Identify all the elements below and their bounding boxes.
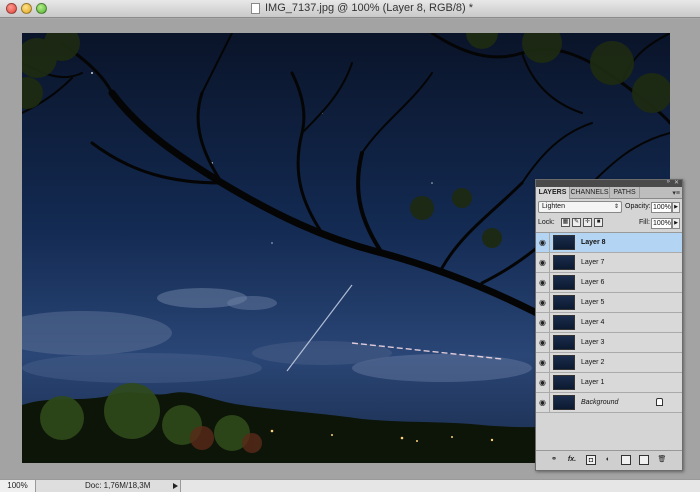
- layer-name: Layer 2: [581, 359, 605, 366]
- layer-thumbnail: [553, 315, 575, 330]
- horizontal-scrollbar[interactable]: [180, 480, 700, 492]
- collapse-panel-icon[interactable]: »: [667, 179, 670, 185]
- status-bar: 100% Doc: 1,76M/18,3M: [0, 479, 700, 492]
- layers-panel-footer: ⚭ fx. ◘ ◐ 🗑: [536, 450, 682, 470]
- status-menu-arrow-icon[interactable]: [173, 483, 178, 489]
- padlock-icon: [656, 398, 663, 406]
- visibility-eye-icon[interactable]: ◉: [536, 393, 550, 412]
- layer-name: Layer 5: [581, 299, 605, 306]
- visibility-eye-icon[interactable]: ◉: [536, 293, 550, 312]
- layer-name: Layer 7: [581, 259, 605, 266]
- layer-thumbnail: [553, 395, 575, 410]
- visibility-eye-icon[interactable]: ◉: [536, 353, 550, 372]
- opacity-dropdown-icon[interactable]: ▶: [672, 202, 680, 213]
- visibility-eye-icon[interactable]: ◉: [536, 253, 550, 272]
- layer-name: Background: [581, 399, 619, 406]
- visibility-eye-icon[interactable]: ◉: [536, 333, 550, 352]
- fill-field[interactable]: 100%: [651, 218, 672, 229]
- layer-thumbnail: [553, 255, 575, 270]
- lock-all-icon[interactable]: ■: [594, 218, 603, 227]
- layer-row-layer-3[interactable]: ◉ Layer 3: [536, 333, 682, 353]
- layer-thumbnail: [553, 355, 575, 370]
- opacity-label: Opacity:: [625, 203, 651, 210]
- adjustment-icon[interactable]: ◐: [603, 455, 613, 465]
- document-icon: [251, 3, 260, 14]
- close-window-button[interactable]: [6, 3, 17, 14]
- title-bar[interactable]: IMG_7137.jpg @ 100% (Layer 8, RGB/8) *: [0, 0, 700, 18]
- layer-thumbnail: [553, 335, 575, 350]
- visibility-eye-icon[interactable]: ◉: [536, 233, 550, 252]
- layer-row-layer-5[interactable]: ◉ Layer 5: [536, 293, 682, 313]
- lock-row: Lock: ▦ ✎ ✛ ■ Fill: 100% ▶: [538, 217, 680, 230]
- layer-row-background[interactable]: ◉ Background: [536, 393, 682, 413]
- layer-row-layer-2[interactable]: ◉ Layer 2: [536, 353, 682, 373]
- blend-mode-value: Lighten: [542, 203, 565, 210]
- layer-row-layer-8[interactable]: ◉ Layer 8: [536, 233, 682, 253]
- document-size-info: Doc: 1,76M/18,3M: [85, 481, 151, 490]
- blend-mode-select[interactable]: Lighten ⇕: [538, 201, 622, 213]
- layer-thumbnail: [553, 295, 575, 310]
- panel-menu-icon[interactable]: ▾≡: [672, 189, 680, 197]
- tab-paths[interactable]: PATHS: [610, 187, 640, 199]
- layer-thumbnail: [553, 375, 575, 390]
- visibility-eye-icon[interactable]: ◉: [536, 373, 550, 392]
- tab-channels[interactable]: CHANNELS: [570, 187, 610, 199]
- mask-icon[interactable]: ◘: [586, 455, 596, 465]
- layer-name: Layer 3: [581, 339, 605, 346]
- lock-position-icon[interactable]: ✛: [583, 218, 592, 227]
- layer-row-layer-6[interactable]: ◉ Layer 6: [536, 273, 682, 293]
- layers-panel: » ✕ LAYERS CHANNELS PATHS ▾≡ Lighten ⇕ O…: [535, 179, 683, 471]
- lock-transparency-icon[interactable]: ▦: [561, 218, 570, 227]
- layer-thumbnail: [553, 235, 575, 250]
- new-layer-icon[interactable]: [639, 455, 649, 465]
- blend-row: Lighten ⇕ Opacity: 100% ▶: [538, 201, 680, 214]
- lock-label: Lock:: [538, 219, 555, 226]
- layer-name: Layer 6: [581, 279, 605, 286]
- chevron-updown-icon: ⇕: [613, 204, 619, 210]
- layer-name: Layer 4: [581, 319, 605, 326]
- folder-icon[interactable]: [621, 455, 631, 465]
- layer-thumbnail: [553, 275, 575, 290]
- fill-label: Fill:: [639, 219, 650, 226]
- layer-row-layer-4[interactable]: ◉ Layer 4: [536, 313, 682, 333]
- layer-name: Layer 1: [581, 379, 605, 386]
- panel-drag-bar[interactable]: » ✕: [536, 179, 682, 187]
- minimize-window-button[interactable]: [21, 3, 32, 14]
- visibility-eye-icon[interactable]: ◉: [536, 313, 550, 332]
- window-title: IMG_7137.jpg @ 100% (Layer 8, RGB/8) *: [265, 2, 474, 14]
- layers-list: ◉ Layer 8 ◉ Layer 7 ◉ Layer 6 ◉ Layer 5 …: [536, 232, 682, 448]
- link-icon[interactable]: ⚭: [549, 455, 559, 465]
- zoom-level-field[interactable]: 100%: [0, 480, 36, 492]
- layer-row-layer-7[interactable]: ◉ Layer 7: [536, 253, 682, 273]
- fx-icon[interactable]: fx.: [567, 455, 577, 465]
- photoshop-document-window: IMG_7137.jpg @ 100% (Layer 8, RGB/8) * 1…: [0, 0, 700, 492]
- zoom-window-button[interactable]: [36, 3, 47, 14]
- layer-name: Layer 8: [581, 239, 606, 246]
- layer-row-layer-1[interactable]: ◉ Layer 1: [536, 373, 682, 393]
- opacity-field[interactable]: 100%: [651, 202, 672, 213]
- lock-image-pixels-icon[interactable]: ✎: [572, 218, 581, 227]
- trash-icon[interactable]: 🗑: [657, 455, 667, 465]
- visibility-eye-icon[interactable]: ◉: [536, 273, 550, 292]
- close-panel-icon[interactable]: ✕: [674, 179, 679, 186]
- tab-layers[interactable]: LAYERS: [536, 187, 570, 199]
- fill-dropdown-icon[interactable]: ▶: [672, 218, 680, 229]
- panel-tabs: LAYERS CHANNELS PATHS ▾≡: [536, 187, 682, 199]
